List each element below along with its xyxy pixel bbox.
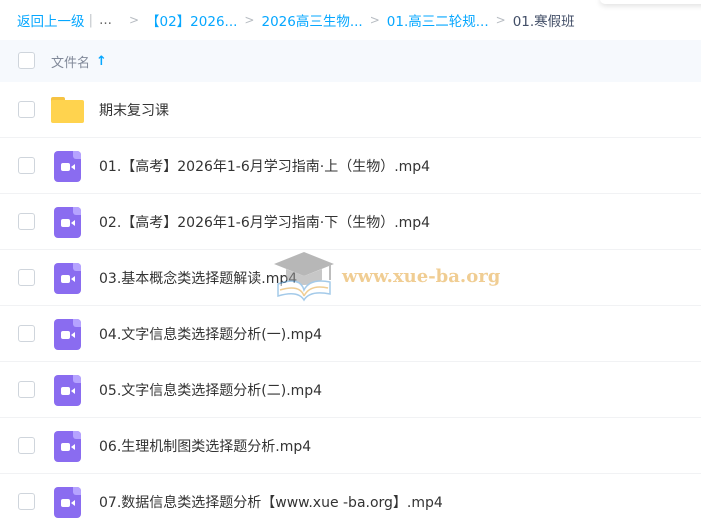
breadcrumb-divider: |: [88, 12, 94, 28]
back-link[interactable]: 返回上一级: [17, 10, 85, 30]
list-header: 文件名 ↑: [0, 40, 701, 82]
file-name[interactable]: 04.文字信息类选择题分析(一).mp4: [99, 324, 322, 344]
row-checkbox[interactable]: [18, 101, 35, 118]
video-file-icon: [51, 318, 83, 350]
video-file-icon: [51, 374, 83, 406]
breadcrumb-current: 01.寒假班: [512, 14, 575, 30]
row-checkbox[interactable]: [18, 437, 35, 454]
file-row[interactable]: 01.【高考】2026年1-6月学习指南·上（生物）.mp4: [0, 138, 701, 194]
breadcrumb-ellipsis[interactable]: ...: [99, 12, 112, 28]
row-checkbox[interactable]: [18, 213, 35, 230]
file-name[interactable]: 07.数据信息类选择题分析【www.xue -ba.org】.mp4: [99, 492, 443, 512]
file-name[interactable]: 03.基本概念类选择题解读.mp4: [99, 268, 297, 288]
video-file-icon: [51, 486, 83, 518]
breadcrumb-item-2[interactable]: 2026高三生物...: [261, 10, 362, 30]
file-name[interactable]: 期末复习课: [99, 100, 169, 120]
chevron-right-icon: >: [244, 13, 255, 27]
row-checkbox[interactable]: [18, 269, 35, 286]
file-row[interactable]: 04.文字信息类选择题分析(一).mp4: [0, 306, 701, 362]
video-file-icon: [51, 262, 83, 294]
breadcrumb-item-1[interactable]: 【02】2026...: [146, 10, 237, 30]
chevron-right-icon: >: [369, 13, 380, 27]
row-checkbox[interactable]: [18, 325, 35, 342]
file-row[interactable]: 02.【高考】2026年1-6月学习指南·下（生物）.mp4: [0, 194, 701, 250]
row-checkbox[interactable]: [18, 381, 35, 398]
file-name[interactable]: 05.文字信息类选择题分析(二).mp4: [99, 380, 322, 400]
row-checkbox[interactable]: [18, 493, 35, 510]
filename-column-header[interactable]: 文件名 ↑: [51, 52, 107, 71]
chevron-right-icon: >: [128, 13, 139, 27]
video-file-icon: [51, 206, 83, 238]
file-row[interactable]: 06.生理机制图类选择题分析.mp4: [0, 418, 701, 474]
row-checkbox[interactable]: [18, 157, 35, 174]
video-file-icon: [51, 430, 83, 462]
chevron-right-icon: >: [495, 13, 506, 27]
file-row[interactable]: 07.数据信息类选择题分析【www.xue -ba.org】.mp4: [0, 474, 701, 524]
column-label: 文件名: [51, 56, 91, 71]
file-name[interactable]: 01.【高考】2026年1-6月学习指南·上（生物）.mp4: [99, 156, 430, 176]
select-all-checkbox[interactable]: [18, 52, 35, 69]
file-row[interactable]: 03.基本概念类选择题解读.mp4: [0, 250, 701, 306]
folder-icon: [51, 94, 84, 126]
file-list: 期末复习课 01.【高考】2026年1-6月学习指南·上（生物）.mp4 02.…: [0, 82, 701, 524]
breadcrumb: 返回上一级 | ... > 【02】2026... > 2026高三生物... …: [0, 0, 701, 40]
breadcrumb-item-3[interactable]: 01.高三二轮规...: [387, 10, 489, 30]
video-file-icon: [51, 150, 83, 182]
sort-ascending-icon[interactable]: ↑: [96, 54, 107, 69]
file-row[interactable]: 05.文字信息类选择题分析(二).mp4: [0, 362, 701, 418]
file-name[interactable]: 06.生理机制图类选择题分析.mp4: [99, 436, 311, 456]
file-name[interactable]: 02.【高考】2026年1-6月学习指南·下（生物）.mp4: [99, 212, 430, 232]
file-row-folder[interactable]: 期末复习课: [0, 82, 701, 138]
